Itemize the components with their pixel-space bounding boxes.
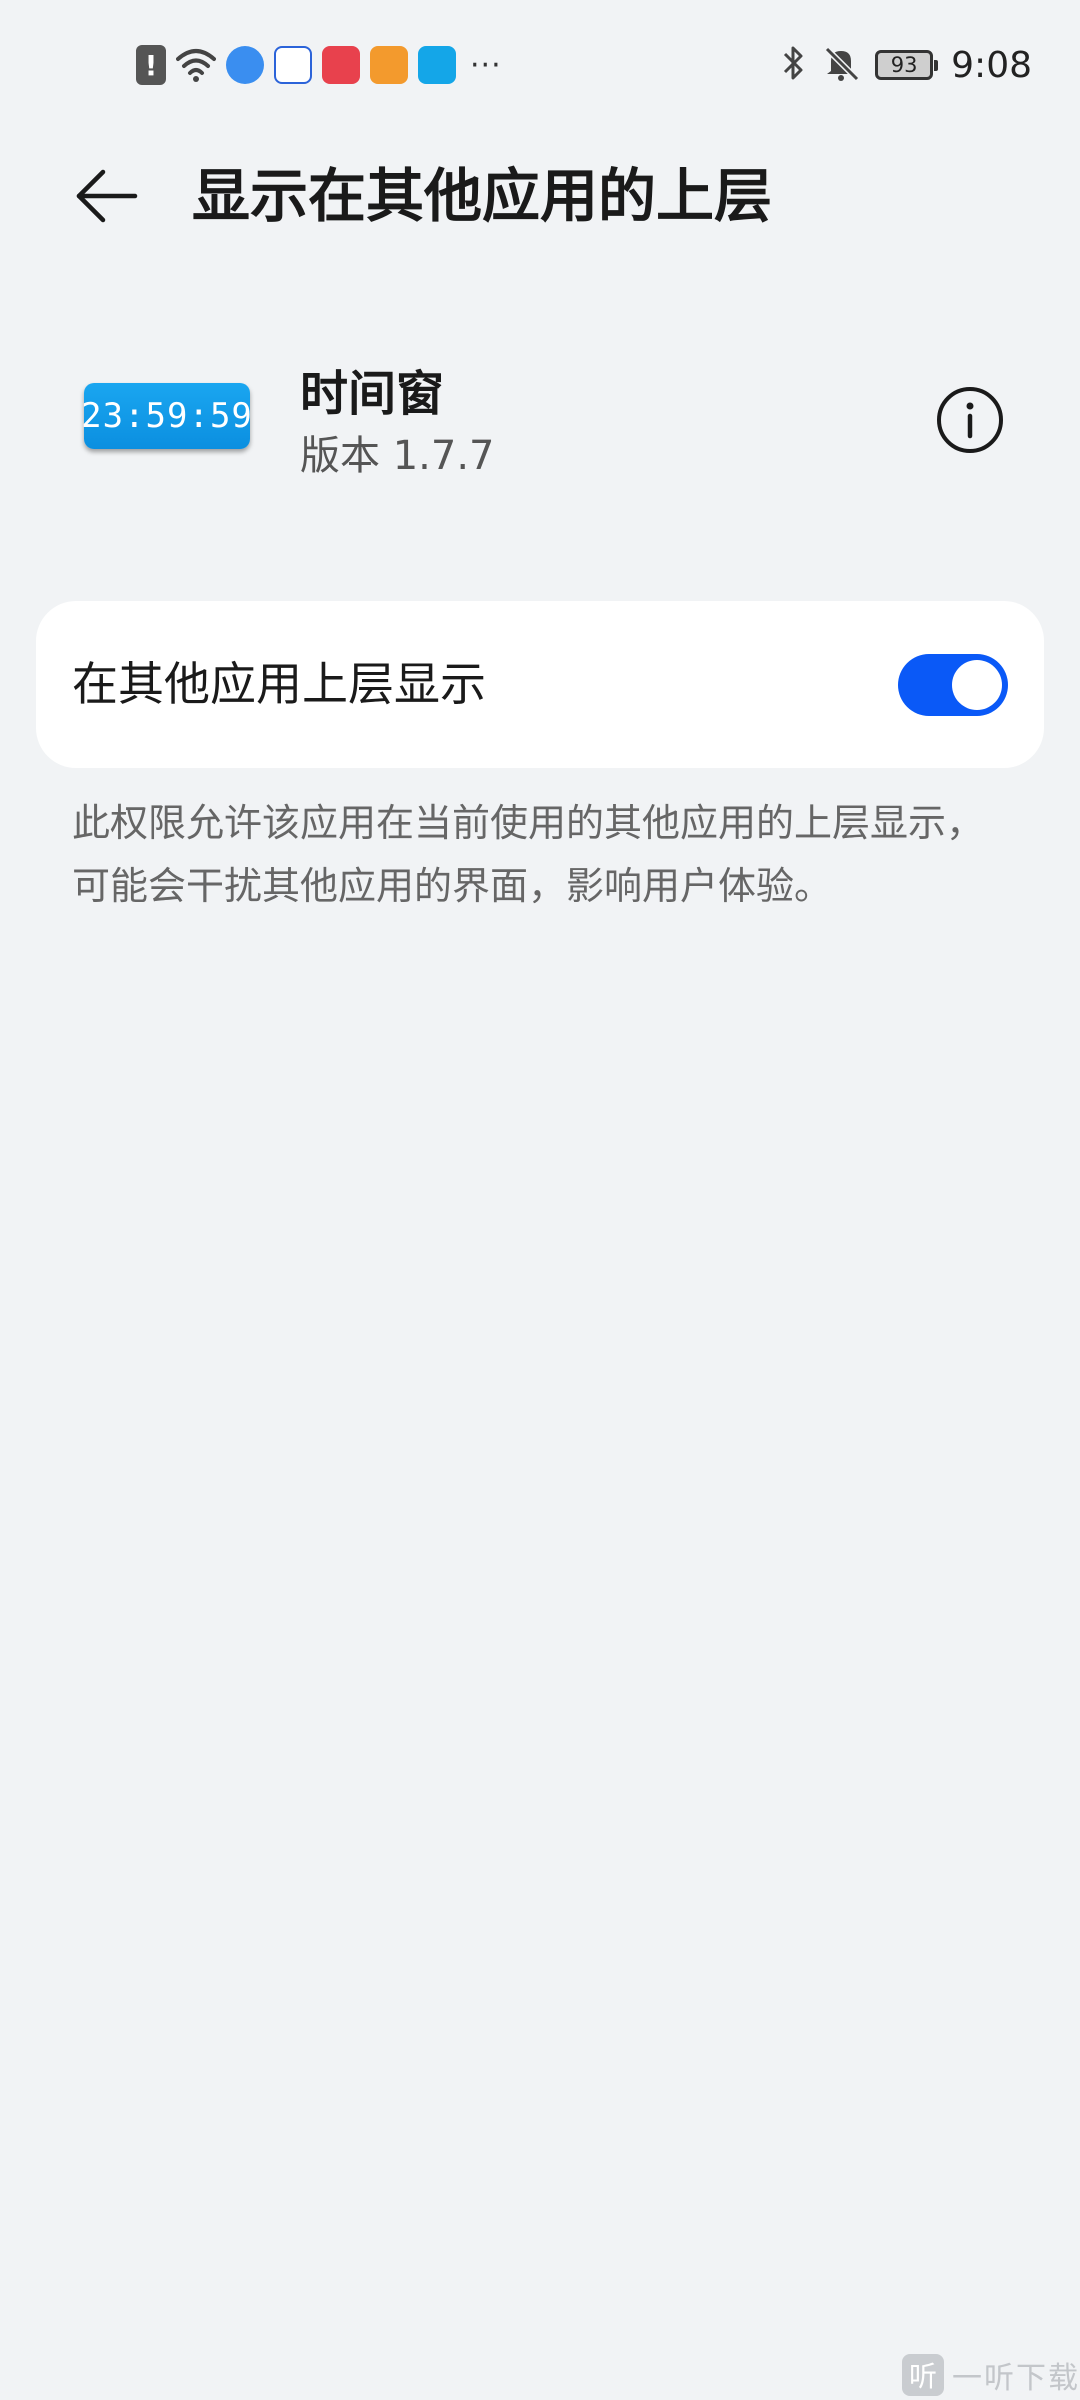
battery-icon: 93	[875, 50, 939, 80]
alert-icon: !	[136, 45, 166, 85]
status-bar-system: 93 9:08	[781, 38, 1032, 92]
watermark-text: 一听下载	[952, 2361, 1080, 2396]
title-bar: 显示在其他应用的上层	[0, 130, 1080, 260]
permission-label: 在其他应用上层显示	[72, 657, 486, 711]
search-app-icon	[418, 46, 456, 84]
app-icon: 23:59:59	[81, 383, 253, 449]
watermark-logo: 听	[902, 2354, 944, 2396]
browser-app-icon	[226, 46, 264, 84]
baidu-app-icon	[274, 46, 312, 84]
status-time: 9:08	[951, 44, 1032, 86]
app-info-button[interactable]	[936, 386, 1004, 454]
switch-knob	[952, 660, 1002, 710]
battery-level: 93	[890, 53, 918, 77]
back-button[interactable]	[62, 158, 152, 234]
app-name: 时间窗	[300, 366, 445, 422]
video-app-icon	[370, 46, 408, 84]
watermark: 听 一听下载	[902, 2350, 1080, 2400]
wifi-icon	[176, 45, 216, 85]
bluetooth-icon	[781, 43, 807, 87]
info-icon	[937, 387, 1003, 453]
permission-card: 在其他应用上层显示	[36, 601, 1044, 768]
more-notifications-indicator: ···	[470, 47, 502, 83]
app-header: 23:59:59 时间窗 版本 1.7.7	[0, 340, 1080, 500]
app-icon-clock-text: 23:59:59	[81, 396, 253, 436]
bell-muted-icon	[821, 43, 861, 87]
back-arrow-icon	[76, 169, 138, 223]
app-version: 版本 1.7.7	[300, 433, 495, 479]
status-bar-notifications: ! ···	[136, 40, 502, 90]
permission-description: 此权限允许该应用在当前使用的其他应用的上层显示，可能会干扰其他应用的界面，影响用…	[72, 801, 985, 908]
huawei-store-app-icon	[322, 46, 360, 84]
display-over-apps-switch[interactable]	[898, 654, 1008, 716]
page-title: 显示在其他应用的上层	[192, 162, 773, 230]
status-bar: ! ··· 93 9:08	[0, 0, 1080, 130]
